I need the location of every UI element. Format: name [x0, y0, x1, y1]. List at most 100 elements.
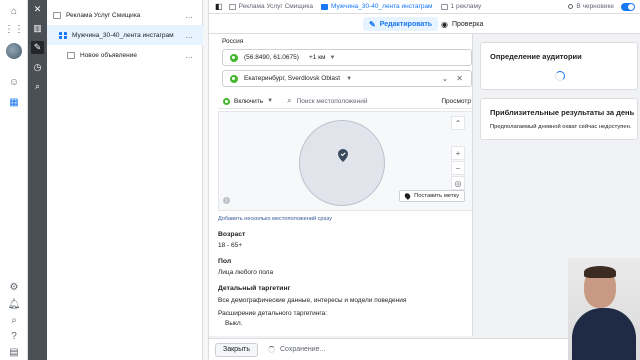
apps-icon[interactable]: ⋮⋮ [4, 22, 24, 36]
radius-select[interactable]: +1 км [309, 54, 326, 61]
city-location-field[interactable]: Екатеринбург, Sverdlovsk Oblast ▼ ⌄ ✕ [222, 70, 472, 87]
pin-drop-icon [403, 192, 412, 200]
radius-circle [299, 120, 385, 206]
zoom-out-button[interactable]: − [451, 161, 465, 175]
close-icon[interactable]: ✕ [456, 74, 463, 83]
tree-item-ad[interactable]: Новое объявление … [47, 45, 203, 65]
edit-label: Редактировать [379, 20, 433, 28]
city-label: Екатеринбург, Sverdlovsk Oblast [244, 75, 341, 82]
saving-label: Сохранение... [279, 346, 326, 353]
coords-location-field[interactable]: (56.8490, 61.0675) +1 км ▼ [222, 49, 472, 66]
edit-tab[interactable]: ✎ Редактировать [363, 17, 439, 31]
info-icon[interactable]: i [223, 197, 230, 204]
webcam-overlay [568, 258, 640, 360]
status-label: В черновике [576, 3, 614, 10]
grid-icon [320, 3, 328, 10]
results-text: Предполагаемый дневной охват сейчас недо… [490, 124, 632, 130]
search-placeholder: Поиск местоположений [296, 97, 368, 105]
chart-icon[interactable]: ▥ [31, 22, 44, 35]
nav-rail: ⌂ ⋮⋮ ☺ ▦ ⚙ 🔔︎ ⌕ ? ▤ [0, 0, 28, 360]
breadcrumb: ◧ Реклама Услуг Смищика Мужчина_30-40_ле… [209, 0, 640, 14]
breadcrumb-ads[interactable]: 1 рекламу [440, 3, 481, 10]
ad-icon [67, 51, 75, 59]
locate-button[interactable]: ◎ [451, 176, 465, 190]
search-field[interactable]: ⌕ Поиск местоположений [287, 96, 367, 106]
sidebar-toggle-icon[interactable]: ◧ [215, 2, 223, 11]
coords-label: (56.8490, 61.0675) [244, 54, 299, 61]
more-icon[interactable]: … [185, 31, 193, 40]
presenter-body [572, 308, 636, 360]
results-heading: Приблизительные результаты за день [490, 108, 635, 117]
loading-spinner [267, 346, 275, 353]
expansion-value: Выкл. [225, 320, 243, 327]
chevron-down-icon[interactable]: ▼ [329, 55, 335, 61]
table-icon[interactable]: ▦ [7, 95, 21, 109]
estimated-results-card: Приблизительные результаты за день Предп… [480, 98, 638, 140]
browse-link[interactable]: Просмотр [441, 98, 471, 105]
tree-campaign-label: Реклама Услуг Смищика [66, 11, 141, 19]
status-badge: В черновике [568, 3, 614, 10]
breadcrumb-campaign[interactable]: Реклама Услуг Смищика [228, 3, 313, 10]
collapse-map-button[interactable]: ⌃ [451, 116, 465, 130]
emoji-icon[interactable]: ☺ [7, 75, 21, 89]
tree-adset-label: Мужчина_30-40_лента инстаграм [72, 31, 174, 39]
help-icon[interactable]: ? [7, 329, 21, 343]
chevron-down-icon[interactable]: ▼ [346, 76, 352, 82]
breadcrumb-adset[interactable]: Мужчина_30-40_лента инстаграм [320, 3, 433, 10]
tool-column: ✕ ▥ ✎ ◷ ⌕ [28, 0, 47, 360]
bug-icon[interactable]: ▤ [7, 345, 21, 359]
avatar[interactable] [6, 43, 22, 59]
pin-icon [230, 53, 238, 62]
pencil-icon: ✎ [369, 19, 376, 29]
add-multiple-locations-link[interactable]: Добавить несколько местоположений сразу [218, 216, 332, 222]
audience-definition-card: Определение аудитории [480, 42, 638, 90]
tree-ad-label: Новое объявление [80, 51, 137, 59]
age-heading: Возраст [218, 231, 246, 238]
expansion-heading: Расширение детального таргетинга: [218, 310, 328, 317]
bell-icon[interactable]: 🔔︎ [7, 297, 21, 311]
audience-heading: Определение аудитории [490, 52, 582, 61]
review-label: Проверка [451, 20, 484, 28]
search-icon[interactable]: ⌕ [7, 313, 21, 327]
zoom-icon[interactable]: ⌕ [31, 80, 44, 93]
more-icon[interactable]: … [185, 51, 193, 60]
ad-icon [440, 3, 448, 10]
breadcrumb-adset-label: Мужчина_30-40_лента инстаграм [330, 3, 433, 10]
clock-icon[interactable]: ◷ [31, 61, 44, 74]
pin-icon [230, 74, 238, 83]
age-value: 18 - 65+ [218, 242, 243, 249]
pin-icon [223, 97, 230, 105]
eye-icon: ◉ [441, 19, 448, 29]
presenter-hair [584, 266, 616, 278]
detailed-targeting-heading: Детальный таргетинг [218, 285, 291, 292]
mode-bar: ✎ Редактировать ◉ Проверка [209, 14, 640, 34]
targeting-form: Россия (56.8490, 61.0675) +1 км ▼ Екатер… [209, 34, 473, 336]
more-icon[interactable]: … [185, 11, 193, 20]
gender-value: Лица любого пола [218, 269, 274, 276]
home-icon[interactable]: ⌂ [7, 4, 21, 18]
pencil-icon[interactable]: ✎ [31, 41, 44, 54]
close-button[interactable]: Закрыть [215, 342, 258, 357]
close-icon[interactable]: ✕ [31, 3, 44, 16]
loading-spinner [555, 71, 565, 81]
gear-icon[interactable]: ⚙ [7, 280, 21, 294]
detailed-targeting-value: Все демографические данные, интересы и м… [218, 297, 407, 304]
chevron-down-icon[interactable]: ▼ [267, 98, 273, 104]
location-map[interactable]: ⌃ + − ◎ Поставить метку i [218, 111, 472, 211]
campaign-tree: Реклама Услуг Смищика … Мужчина_30-40_ле… [47, 0, 203, 360]
folder-icon [228, 3, 236, 10]
chevron-down-icon[interactable]: ⌄ [442, 74, 449, 83]
place-pin-button[interactable]: Поставить метку [399, 190, 465, 202]
map-pin-icon[interactable] [338, 149, 348, 162]
zoom-in-button[interactable]: + [451, 146, 465, 160]
publish-toggle[interactable] [621, 3, 635, 11]
field-actions: ⌄ ✕ [434, 74, 463, 83]
breadcrumb-campaign-label: Реклама Услуг Смищика [238, 3, 313, 10]
tree-item-adset[interactable]: Мужчина_30-40_лента инстаграм … [47, 25, 203, 45]
tree-item-campaign[interactable]: Реклама Услуг Смищика … [47, 5, 203, 25]
include-select[interactable]: Включить [234, 98, 263, 105]
review-tab[interactable]: ◉ Проверка [435, 17, 489, 31]
gender-heading: Пол [218, 258, 232, 265]
place-pin-label: Поставить метку [414, 193, 459, 199]
draft-icon [568, 4, 574, 9]
